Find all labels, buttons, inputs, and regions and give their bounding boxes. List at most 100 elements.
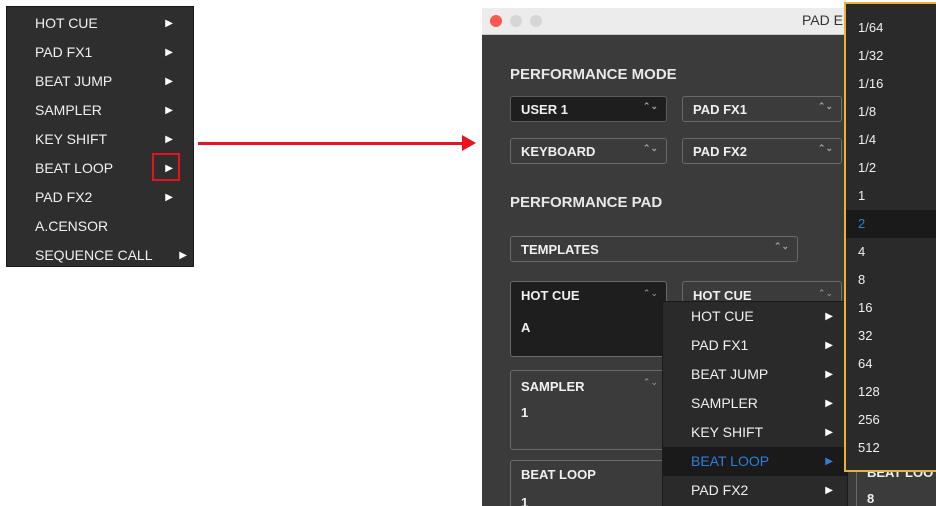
- menu-item-beat-jump[interactable]: BEAT JUMP ▶: [7, 67, 193, 96]
- templates-select[interactable]: TEMPLATES ⌃⌄: [510, 236, 798, 262]
- value-item[interactable]: 1/16: [846, 70, 936, 98]
- beat-loop-values-menu: 1/64 1/32 1/16 1/8 1/4 1/2 1 2 4 8 16 32…: [844, 2, 936, 472]
- menu-item-label: PAD FX2: [35, 189, 93, 205]
- submenu-arrow-icon: ▶: [165, 105, 173, 116]
- value-item-selected[interactable]: 2: [846, 210, 936, 238]
- updown-icon: ⌃⌄: [642, 143, 658, 153]
- menu-item-label: SEQUENCE CALL: [35, 247, 153, 263]
- value-item[interactable]: 8: [846, 266, 936, 294]
- select-value: PAD FX1: [693, 102, 747, 117]
- value-item[interactable]: 1/64: [846, 14, 936, 42]
- updown-icon: ⌃⌄: [817, 288, 833, 298]
- value-item[interactable]: 1/32: [846, 42, 936, 70]
- menu-item-label: BEAT JUMP: [35, 73, 113, 89]
- menu-item-a-censor[interactable]: A.CENSOR: [7, 212, 193, 241]
- submenu-arrow-icon: ▶: [825, 398, 833, 409]
- menu-item-label: PAD FX1: [691, 337, 749, 353]
- menu-item-label: KEY SHIFT: [35, 131, 108, 147]
- menu-item-beat-loop[interactable]: BEAT LOOP ▶: [7, 153, 193, 183]
- popup-item-pad-fx1[interactable]: PAD FX1 ▶: [663, 331, 847, 360]
- select-value: PAD FX2: [693, 144, 747, 159]
- performance-pad-heading: PERFORMANCE PAD: [510, 194, 663, 211]
- zoom-window-button[interactable]: [530, 15, 542, 27]
- submenu-arrow-icon: ▶: [165, 76, 173, 87]
- submenu-arrow-icon: ▶: [165, 134, 173, 145]
- menu-item-key-shift[interactable]: KEY SHIFT ▶: [7, 125, 193, 154]
- menu-item-label: BEAT LOOP: [691, 453, 770, 469]
- menu-item-label: A.CENSOR: [35, 218, 109, 234]
- updown-icon: ⌃⌄: [773, 241, 789, 251]
- pad-3[interactable]: SAMPLER 1 ⌃⌄: [510, 370, 667, 450]
- value-item[interactable]: 1/4: [846, 126, 936, 154]
- popup-item-key-shift[interactable]: KEY SHIFT ▶: [663, 418, 847, 447]
- value-item[interactable]: 128: [846, 378, 936, 406]
- value-item[interactable]: 1/8: [846, 98, 936, 126]
- submenu-arrow-icon: ▶: [825, 311, 833, 322]
- select-value: USER 1: [521, 102, 568, 117]
- submenu-arrow-icon: ▶: [825, 369, 833, 380]
- submenu-arrow-icon: ▶: [179, 250, 187, 261]
- menu-item-hot-cue[interactable]: HOT CUE ▶: [7, 9, 193, 38]
- value-item[interactable]: 1/2: [846, 154, 936, 182]
- select-value: TEMPLATES: [521, 242, 599, 257]
- popup-item-beat-loop[interactable]: BEAT LOOP ▶: [663, 447, 847, 476]
- menu-item-pad-fx1[interactable]: PAD FX1 ▶: [7, 38, 193, 67]
- submenu-arrow-icon: ▶: [165, 18, 173, 29]
- minimize-window-button[interactable]: [510, 15, 522, 27]
- menu-item-label: BEAT JUMP: [691, 366, 769, 382]
- pad-mode-context-menu: HOT CUE ▶ PAD FX1 ▶ BEAT JUMP ▶ SAMPLER …: [6, 6, 194, 267]
- submenu-arrow-icon: ▶: [165, 192, 173, 203]
- submenu-arrow-icon: ▶: [825, 427, 833, 438]
- submenu-arrow-icon: ▶: [825, 485, 833, 496]
- mode-select-pad-fx2[interactable]: PAD FX2 ⌃⌄: [682, 138, 842, 164]
- submenu-arrow-icon: ▶: [825, 340, 833, 351]
- pad-value: 1: [521, 405, 529, 420]
- value-item[interactable]: 4: [846, 238, 936, 266]
- popup-item-pad-fx2[interactable]: PAD FX2 ▶: [663, 476, 847, 505]
- updown-icon: ⌃⌄: [817, 143, 833, 153]
- menu-item-label: BEAT LOOP: [35, 160, 114, 176]
- updown-icon: ⌃⌄: [642, 377, 658, 387]
- window-title: PAD E: [802, 12, 843, 28]
- updown-icon: ⌃⌄: [642, 101, 658, 111]
- submenu-arrow-icon: ▶: [165, 47, 173, 58]
- performance-mode-heading: PERFORMANCE MODE: [510, 66, 677, 83]
- pad-value: 1: [521, 495, 529, 506]
- close-window-button[interactable]: [490, 15, 502, 27]
- menu-item-label: SAMPLER: [35, 102, 102, 118]
- value-item[interactable]: 16: [846, 294, 936, 322]
- menu-item-label: PAD FX1: [35, 44, 93, 60]
- updown-icon: ⌃⌄: [642, 288, 658, 298]
- menu-item-label: HOT CUE: [691, 308, 754, 324]
- value-item[interactable]: 512: [846, 434, 936, 462]
- menu-item-pad-fx2[interactable]: PAD FX2 ▶: [7, 183, 193, 212]
- pad-1[interactable]: HOT CUE A ⌃⌄: [510, 281, 667, 357]
- highlight-box: [152, 153, 180, 181]
- value-item[interactable]: 256: [846, 406, 936, 434]
- updown-icon: ⌃⌄: [817, 101, 833, 111]
- popup-item-sampler[interactable]: SAMPLER ▶: [663, 389, 847, 418]
- popup-item-beat-jump[interactable]: BEAT JUMP ▶: [663, 360, 847, 389]
- menu-item-sampler[interactable]: SAMPLER ▶: [7, 96, 193, 125]
- mode-select-pad-fx1[interactable]: PAD FX1 ⌃⌄: [682, 96, 842, 122]
- pad-4[interactable]: BEAT LOOP 1: [510, 460, 667, 506]
- pad-title: SAMPLER: [521, 379, 585, 394]
- menu-item-sequence-call[interactable]: SEQUENCE CALL ▶: [7, 241, 193, 270]
- pad-title: HOT CUE: [521, 288, 580, 303]
- callout-arrow-head-icon: [462, 135, 476, 151]
- popup-item-hot-cue[interactable]: HOT CUE ▶: [663, 302, 847, 331]
- submenu-arrow-icon: ▶: [825, 456, 833, 467]
- menu-item-label: SAMPLER: [691, 395, 758, 411]
- pad-value: 8: [867, 491, 875, 506]
- mode-select-keyboard[interactable]: KEYBOARD ⌃⌄: [510, 138, 667, 164]
- value-item[interactable]: 32: [846, 322, 936, 350]
- callout-arrow-line: [198, 142, 466, 145]
- menu-item-label: PAD FX2: [691, 482, 749, 498]
- pad-value: A: [521, 320, 531, 335]
- select-value: KEYBOARD: [521, 144, 596, 159]
- value-item[interactable]: 1: [846, 182, 936, 210]
- menu-item-label: HOT CUE: [35, 15, 98, 31]
- mode-select-user[interactable]: USER 1 ⌃⌄: [510, 96, 667, 122]
- value-item[interactable]: 64: [846, 350, 936, 378]
- pad-mode-popup-menu: HOT CUE ▶ PAD FX1 ▶ BEAT JUMP ▶ SAMPLER …: [662, 301, 848, 506]
